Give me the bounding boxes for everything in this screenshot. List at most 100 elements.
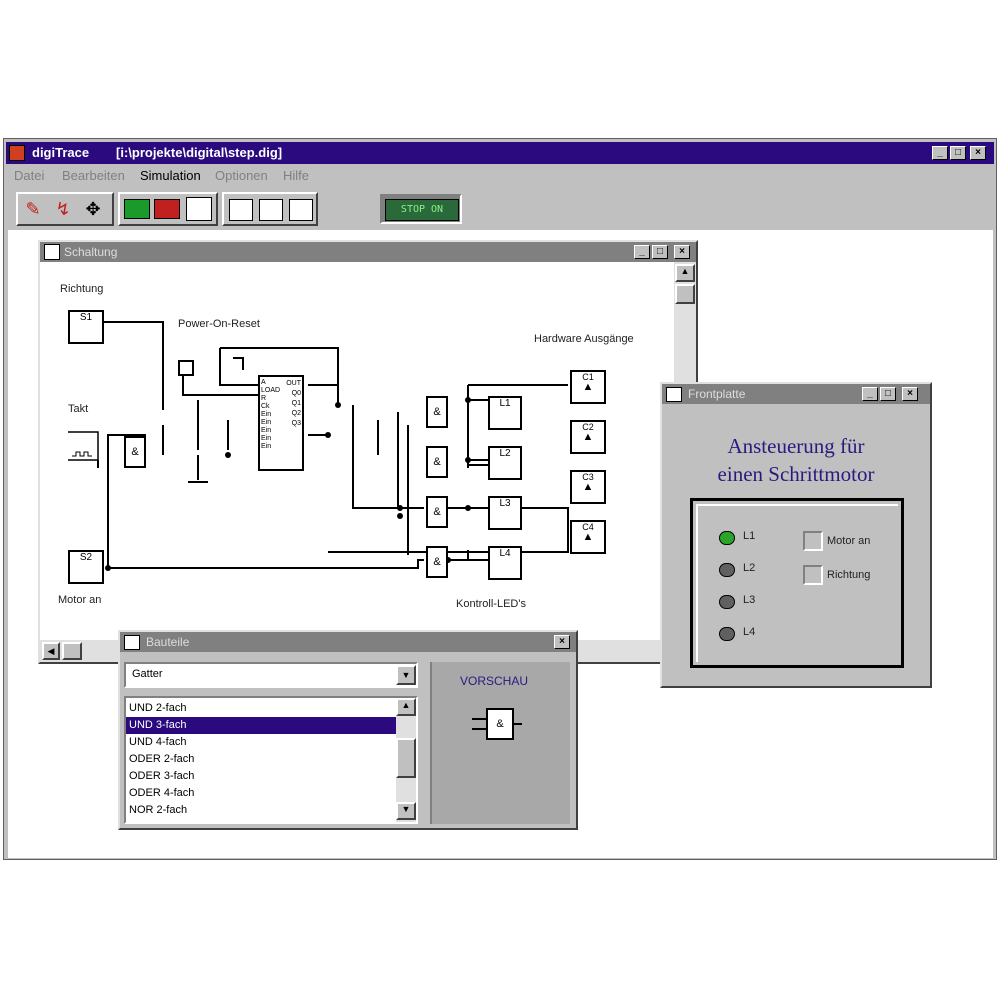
component-list-items: UND 2-fach UND 3-fach UND 4-fach ODER 2-… [126, 700, 396, 819]
lamp-l3-label: L3 [743, 594, 756, 606]
switch-s1-label: S1 [79, 312, 93, 323]
preview-gate-symbol: & [486, 708, 514, 740]
output-c2[interactable]: C2 ▲ [570, 420, 606, 454]
checkbox-motor-an-label: Motor an [827, 535, 871, 547]
lamp-l3-icon [719, 595, 735, 609]
frontplatte-close-button[interactable]: × [902, 387, 918, 401]
run-icon[interactable] [124, 199, 150, 219]
component-list[interactable]: UND 2-fach UND 3-fach UND 4-fach ODER 2-… [124, 696, 418, 824]
lamp-l4-label: L4 [743, 626, 756, 638]
category-dropdown[interactable]: Gatter ▼ [124, 662, 418, 688]
minimize-button[interactable]: _ [932, 146, 948, 160]
gate-and[interactable]: & [426, 546, 448, 578]
step-icon[interactable] [186, 197, 212, 221]
vscroll-thumb[interactable] [675, 284, 695, 304]
checkbox-richtung[interactable] [803, 565, 823, 585]
gate-and[interactable]: & [124, 436, 146, 468]
main-titlebar: digiTrace [i:\projekte\digital\step.dig]… [6, 142, 994, 164]
label-power-on-reset: Power-On-Reset [178, 318, 260, 330]
list-item[interactable]: UND 2-fach [126, 700, 396, 717]
label-takt: Takt [68, 403, 89, 415]
output-c3[interactable]: C3 ▲ [570, 470, 606, 504]
schaltung-close-button[interactable]: × [674, 245, 690, 259]
menu-optionen[interactable]: Optionen [215, 168, 268, 183]
gate-and[interactable]: & [426, 396, 448, 428]
frontplatte-heading-line1: Ansteuerung für [727, 434, 865, 458]
led-l2[interactable]: L2 [488, 446, 522, 480]
list-item[interactable]: ODER 3-fach [126, 768, 396, 785]
label-motor-an: Motor an [58, 594, 102, 606]
menu-bearbeiten[interactable]: Bearbeiten [62, 168, 125, 183]
scroll-up-icon[interactable]: ▲ [396, 698, 416, 716]
led-l4[interactable]: L4 [488, 546, 522, 580]
frontplatte-maximize-button[interactable]: □ [880, 387, 896, 401]
reset-pin[interactable] [178, 360, 194, 376]
menu-simulation[interactable]: Simulation [140, 168, 201, 183]
switch-s2[interactable]: S2 [68, 550, 104, 584]
gate-and[interactable]: & [426, 446, 448, 478]
lamp-l2-icon [719, 563, 735, 577]
output-c4[interactable]: C4 ▲ [570, 520, 606, 554]
list-scrollbar[interactable]: ▲ ▼ [396, 698, 416, 822]
component-icon[interactable] [229, 199, 253, 221]
list-item-selected[interactable]: UND 3-fach [126, 717, 396, 734]
checkbox-motor-an[interactable] [803, 531, 823, 551]
list-item[interactable]: ODER 4-fach [126, 785, 396, 802]
lamp-l4-icon [719, 627, 735, 641]
label-kontroll-leds: Kontroll-LED's [456, 598, 526, 610]
app-title: digiTrace [32, 145, 90, 160]
pencil-icon[interactable]: ✎ [20, 196, 46, 222]
frontplatte-minimize-button[interactable]: _ [862, 387, 878, 401]
list-item[interactable]: UND 4-fach [126, 734, 396, 751]
list-icon[interactable] [289, 199, 313, 221]
list-scroll-thumb[interactable] [396, 738, 416, 778]
chevron-down-icon[interactable]: ▼ [396, 665, 416, 685]
counter-chip[interactable]: A LOAD R Ck Ein Ein Ein Ein Ein OUT Q0 Q1 Q2 Q… [258, 375, 304, 471]
schaltung-titlebar: Schaltung _ □ × [40, 242, 696, 262]
list-item[interactable]: ODER 2-fach [126, 751, 396, 768]
lamp-l1-icon [719, 531, 735, 545]
chip-pins-right: OUT Q0 Q1 Q2 Q3 [286, 380, 301, 427]
frontplatte-heading: Ansteuerung für einen Schrittmotor [662, 432, 930, 488]
bauteile-window: Bauteile × Gatter ▼ UND 2-fach UND 3-fac… [118, 630, 578, 830]
close-button[interactable]: × [970, 146, 986, 160]
list-item[interactable]: NOR 2-fach [126, 802, 396, 819]
hscroll-thumb[interactable] [62, 642, 82, 660]
frontplatte-panel: L1 L2 L3 L4 Motor an Richtung [690, 498, 904, 668]
led-l1[interactable]: L1 [488, 396, 522, 430]
app-icon [9, 145, 25, 161]
bauteile-titlebar: Bauteile × [120, 632, 576, 652]
schaltung-icon [44, 244, 60, 260]
led-l3[interactable]: L3 [488, 496, 522, 530]
move-icon[interactable]: ✥ [80, 196, 106, 222]
wire [103, 321, 164, 410]
chip-icon[interactable] [259, 199, 283, 221]
schaltung-maximize-button[interactable]: □ [652, 245, 668, 259]
scroll-down-icon[interactable]: ▼ [396, 802, 416, 820]
preview-gate-output [512, 723, 522, 725]
preview-gate-input [472, 718, 486, 720]
wire-icon[interactable]: ↯ [50, 196, 76, 222]
output-c1[interactable]: C1 ▲ [570, 370, 606, 404]
maximize-button[interactable]: □ [950, 146, 966, 160]
stop-icon[interactable] [154, 199, 180, 219]
preview-label: VORSCHAU [460, 674, 529, 688]
gate-and[interactable]: & [426, 496, 448, 528]
scroll-up-icon[interactable]: ▲ [675, 264, 695, 282]
scroll-left-icon[interactable]: ◀ [42, 642, 60, 660]
bauteile-icon [124, 635, 140, 650]
frontplatte-heading-line2: einen Schrittmotor [717, 462, 875, 486]
frontplatte-title: Frontplatte [688, 387, 746, 401]
app-file-path: [i:\projekte\digital\step.dig] [116, 145, 283, 160]
frontplatte-titlebar: Frontplatte _ □ × [662, 384, 930, 404]
frontplatte-window: Frontplatte _ □ × Ansteuerung für einen … [660, 382, 932, 688]
menu-datei[interactable]: Datei [14, 168, 44, 183]
status-display-text: STOP ON [385, 199, 459, 221]
bauteile-close-button[interactable]: × [554, 635, 570, 649]
menu-hilfe[interactable]: Hilfe [283, 168, 309, 183]
category-dropdown-value: Gatter [132, 668, 163, 680]
schaltung-minimize-button[interactable]: _ [634, 245, 650, 259]
schaltung-title: Schaltung [64, 245, 118, 259]
preview-panel: VORSCHAU & [430, 662, 570, 824]
switch-s1[interactable]: S1 [68, 310, 104, 344]
